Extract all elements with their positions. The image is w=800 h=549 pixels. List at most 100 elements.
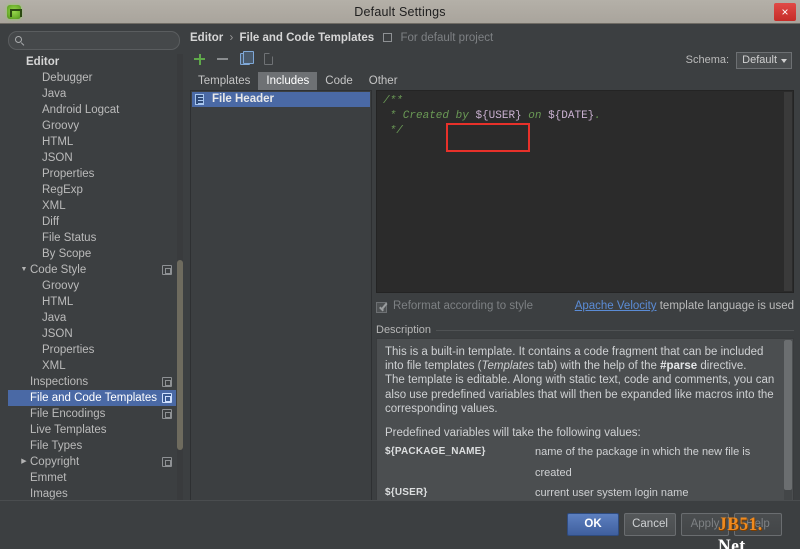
apache-velocity-link[interactable]: Apache Velocity [575,300,657,312]
settings-tree: Editor Debugger Java Android Logcat Groovy HT… [8,54,176,516]
tab-code[interactable]: Code [317,72,361,90]
reformat-checkbox[interactable] [376,302,387,313]
schema-label: Schema: [685,54,730,66]
list-item[interactable]: File Header [192,92,370,107]
file-icon [195,94,204,105]
table-row: ${PACKAGE_NAME} name of the package in wh… [385,442,779,483]
sidebar-item-label: By Scope [42,248,92,260]
sidebar-item-file-encodings[interactable]: File Encodings [8,406,176,422]
code-var-date: ${DATE} [548,110,595,122]
sidebar-item-label: Properties [42,344,95,356]
sidebar-item-json[interactable]: JSON [8,326,176,342]
sidebar-item-code-style[interactable]: ▼ Code Style [8,262,176,278]
code-var-user: ${USER} [475,110,522,122]
sidebar-item-label: Java [42,312,67,324]
sidebar-item-file-and-code-templates[interactable]: File and Code Templates [8,390,176,406]
sidebar-item-label: JSON [42,152,73,164]
add-template-button[interactable] [190,50,210,68]
copy-template-button[interactable] [236,50,256,68]
sidebar-item-label: HTML [42,296,74,308]
description-paragraph-2: The template is editable. Along with sta… [385,374,775,415]
schema-dropdown[interactable]: Default [736,52,792,69]
sidebar-item-copyright[interactable]: ▶ Copyright [8,454,176,470]
editor-scrollbar[interactable] [784,92,792,291]
window-title: Default Settings [354,4,446,19]
sidebar-item-label: Live Templates [30,424,107,436]
description-paragraph-3: Predefined variables will take the follo… [385,427,641,440]
velocity-note: Apache Velocity template language is use… [575,300,794,312]
sidebar-item-emmet[interactable]: Emmet [8,470,176,486]
breadcrumb-separator: › [229,32,234,44]
ok-button[interactable]: OK [567,513,619,536]
code-line-2-end: . [594,110,601,122]
sidebar-item-label: Properties [42,168,95,180]
sidebar-item-label: Groovy [42,120,80,132]
sidebar-item-json[interactable]: JSON [8,150,176,166]
dialog-button-bar: OK Cancel Apply Help [0,500,800,549]
sidebar-item-diff[interactable]: Diff [8,214,176,230]
sidebar-item-xml[interactable]: XML [8,358,176,374]
sidebar-search[interactable] [8,31,180,50]
sidebar-item-html[interactable]: HTML [8,294,176,310]
description-scrollbar[interactable] [784,340,792,519]
sidebar-item-properties[interactable]: Properties [8,166,176,182]
remove-template-button[interactable] [213,50,233,68]
breadcrumb-parent[interactable]: Editor [190,32,223,44]
sidebar-item-java[interactable]: Java [8,86,176,102]
sidebar-item-label: HTML [42,136,74,148]
sidebar-item-java[interactable]: Java [8,310,176,326]
sidebar-scrollbar-thumb[interactable] [177,260,183,450]
project-scope-icon [383,33,393,42]
sidebar-item-label: File Encodings [30,408,106,420]
sidebar-item-label: RegExp [42,184,83,196]
project-scope-icon [162,377,172,387]
project-scope-icon [162,265,172,275]
desc-p1-c: directive. [697,360,747,373]
cancel-button[interactable]: Cancel [624,513,676,536]
description-paragraph-1: This is a built-in template. It contains… [385,345,779,373]
sidebar-item-properties[interactable]: Properties [8,342,176,358]
sidebar-item-label: Android Logcat [42,104,120,116]
sidebar-item-debugger[interactable]: Debugger [8,70,176,86]
chevron-down-icon[interactable]: ▼ [19,262,29,278]
sidebar-item-file-status[interactable]: File Status [8,230,176,246]
sidebar-item-file-types[interactable]: File Types [8,438,176,454]
breadcrumb-scope-note: For default project [400,32,494,44]
schema-control: Schema: Default [686,52,792,70]
dialog-body: Editor Debugger Java Android Logcat Groovy HT… [0,24,800,549]
tab-other[interactable]: Other [361,72,406,90]
sidebar-item-android-logcat[interactable]: Android Logcat [8,102,176,118]
close-icon[interactable]: × [774,3,796,21]
template-code: /** * Created by ${USER} on ${DATE}. */ [383,94,781,139]
annotation-highlight-box [446,123,530,152]
sidebar-item-groovy[interactable]: Groovy [8,118,176,134]
template-list[interactable]: File Header [190,90,372,520]
breadcrumb: Editor › File and Code Templates For def… [190,32,493,46]
watermark: JB51. Net [718,514,793,549]
sidebar-item-label: Diff [42,216,60,228]
sidebar-item-label: XML [42,360,66,372]
sidebar-item-label: Code Style [30,264,87,276]
tab-templates[interactable]: Templates [190,72,258,90]
sidebar-item-xml[interactable]: XML [8,198,176,214]
sidebar-item-groovy[interactable]: Groovy [8,278,176,294]
schema-value: Default [742,54,777,66]
sidebar-item-label: Images [30,488,68,500]
sidebar-item-label: Editor [26,56,60,68]
tab-includes[interactable]: Includes [258,72,318,90]
sidebar-item-live-templates[interactable]: Live Templates [8,422,176,438]
velocity-suffix: template language is used [656,300,794,312]
sidebar-item-editor[interactable]: Editor [8,54,176,70]
variable-description: name of the package in which the new fil… [535,446,751,479]
sidebar-item-by-scope[interactable]: By Scope [8,246,176,262]
sidebar-item-inspections[interactable]: Inspections [8,374,176,390]
chevron-right-icon[interactable]: ▶ [19,454,29,470]
template-editor[interactable]: /** * Created by ${USER} on ${DATE}. */ [376,90,794,293]
settings-dialog-window: Default Settings × Editor Debugger Java And… [0,0,800,549]
sidebar-item-html[interactable]: HTML [8,134,176,150]
watermark-part-2: Net [718,536,746,549]
search-input[interactable] [29,32,174,49]
create-template-button[interactable] [259,50,279,68]
description-divider [434,330,794,331]
sidebar-item-regexp[interactable]: RegExp [8,182,176,198]
